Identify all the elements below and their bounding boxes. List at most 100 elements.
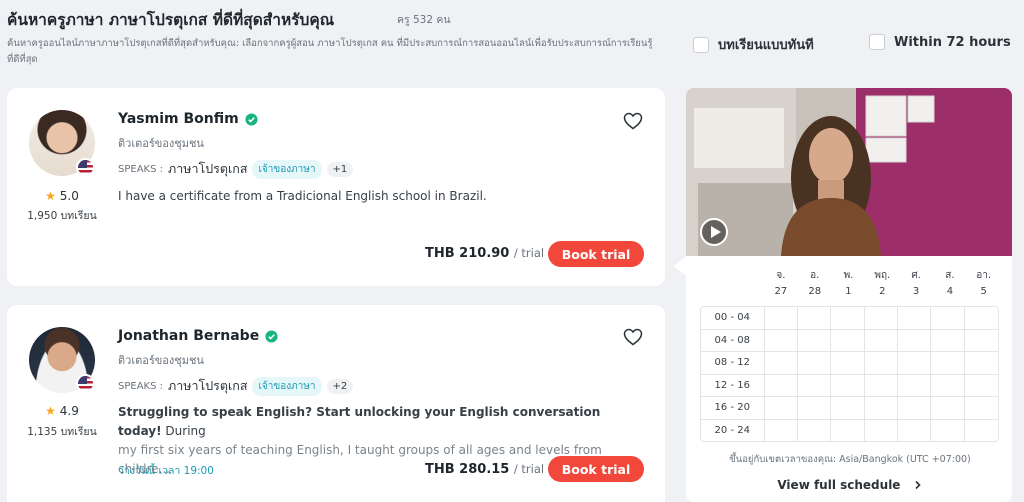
speaks-label: SPEAKS : (118, 163, 163, 175)
rating: ★ 5.0 (7, 189, 117, 203)
language: ภาษาโปรตุเกส (168, 378, 248, 393)
schedule-cell (865, 419, 898, 441)
time-slot-label: 20 - 24 (701, 419, 765, 441)
tutor-name-text[interactable]: Jonathan Bernabe (118, 328, 259, 344)
schedule-cell (865, 374, 898, 396)
schedule-cell (831, 397, 865, 419)
video-thumbnail[interactable] (686, 88, 1012, 256)
schedule-cell (865, 307, 898, 329)
language: ภาษาโปรตุเกส (168, 161, 248, 176)
view-full-schedule-label[interactable]: View full schedule (777, 478, 900, 492)
schedule-cell (831, 329, 865, 351)
tutor-description[interactable]: I have a certificate from a Tradicional … (118, 187, 638, 206)
schedule-day: จ. 27 (764, 268, 798, 300)
schedule-cell (865, 329, 898, 351)
tutor-name[interactable]: Jonathan Bernabe (118, 328, 278, 344)
lesson-count: 1,950 บทเรียน (27, 210, 97, 222)
day-name: จ. (776, 270, 786, 281)
native-chip: เจ้าของภาษา (252, 159, 322, 179)
schedule-day: ส. 4 (933, 268, 967, 300)
tutor-name[interactable]: Yasmim Bonfim (118, 111, 258, 127)
tutor-count: ครู 532 คน (397, 14, 451, 26)
book-trial-button[interactable]: Book trial (548, 456, 644, 482)
price-value: THB 280.15 (425, 462, 510, 477)
description-text: I have a certificate from a Tradicional … (118, 189, 487, 203)
schedule-cell (898, 307, 932, 329)
schedule-cell (831, 307, 865, 329)
view-full-schedule-link[interactable]: View full schedule (700, 478, 1000, 492)
more-languages-chip[interactable]: +2 (326, 378, 354, 394)
instant-lesson-label: บทเรียนแบบทันที (718, 38, 814, 53)
tutor-name-text[interactable]: Yasmim Bonfim (118, 111, 239, 127)
schedule-day: พฤ. 2 (865, 268, 899, 300)
star-icon: ★ (45, 189, 56, 203)
availability: ว่างวันนี้ เวลา 19:00 (118, 465, 214, 477)
schedule-cell (798, 419, 832, 441)
schedule-cell (965, 330, 998, 352)
rating: ★ 4.9 (7, 404, 117, 418)
verified-icon (245, 112, 258, 126)
lesson-count: 1,135 บทเรียน (27, 426, 97, 438)
checkbox-icon[interactable] (869, 34, 885, 50)
price-unit: / trial (513, 246, 545, 260)
within-72-hours-filter[interactable]: Within 72 hours (869, 34, 1011, 50)
schedule-day: อ. 28 (798, 268, 832, 300)
rating-value: 5.0 (59, 189, 79, 203)
day-name: ส. (945, 270, 955, 281)
schedule-cell (765, 374, 798, 396)
day-name: อา. (976, 270, 992, 281)
schedule-cell (931, 419, 965, 441)
page-header: ค้นหาครูภาษา ภาษาโปรตุเกส ที่ดีที่สุดสำห… (0, 0, 1024, 80)
checkbox-icon[interactable] (693, 36, 709, 53)
play-icon[interactable] (700, 218, 728, 246)
schedule-cell (865, 397, 898, 419)
schedule-cell (931, 329, 965, 351)
more-languages-chip[interactable]: +1 (326, 161, 354, 177)
schedule-cell (765, 397, 798, 419)
time-slot-label: 04 - 08 (701, 329, 765, 351)
schedule-row: 00 - 04 (701, 307, 998, 330)
page-subtitle: ค้นหาครูออนไลน์ภาษาภาษาโปรตุเกสที่ดีที่ส… (7, 38, 653, 65)
book-trial-button[interactable]: Book trial (548, 241, 644, 267)
timezone-note: ขึ้นอยู่กับเขตเวลาของคุณ: Asia/Bangkok (… (729, 454, 971, 465)
tutor-card[interactable]: ★ 4.9 1,135 บทเรียน Jonathan Bernabe ติว… (7, 305, 665, 502)
schedule-row: 04 - 08 (701, 329, 998, 352)
trial-price: THB 280.15 / trial (425, 462, 544, 477)
schedule-cell (765, 419, 798, 441)
time-slot-label: 08 - 12 (701, 352, 765, 374)
speaks-row: SPEAKS : ภาษาโปรตุเกส เจ้าของภาษา +1 (118, 159, 354, 179)
schedule-grid: 00 - 04 04 - 08 08 - 12 12 - 16 16 - 20 20 - … (700, 306, 999, 442)
schedule-cell (898, 374, 932, 396)
heart-icon[interactable] (623, 112, 643, 130)
instant-lesson-filter[interactable]: บทเรียนแบบทันที (693, 34, 814, 55)
us-flag-icon (76, 374, 95, 393)
intro-video[interactable] (686, 88, 1012, 256)
price-unit: / trial (513, 462, 545, 476)
description-text: During (161, 424, 206, 438)
within-72-hours-label: Within 72 hours (894, 34, 1011, 50)
speaks-label: SPEAKS : (118, 380, 163, 392)
tutor-preview-panel: จ. 27 อ. 28 พ. 1 พฤ. 2 ศ. 3 ส. 4 อา. 5 00 - 04 04 - 08… (686, 88, 1012, 502)
time-slot-label: 16 - 20 (701, 397, 765, 419)
schedule-day: พ. 1 (832, 268, 866, 300)
schedule-cell (965, 397, 998, 419)
heart-icon[interactable] (623, 328, 643, 346)
day-name: พ. (843, 270, 854, 281)
price-value: THB 210.90 (425, 246, 510, 261)
tutor-tag: ติวเตอร์ของชุมชน (118, 354, 204, 367)
tutor-card[interactable]: ★ 5.0 1,950 บทเรียน Yasmim Bonfim ติวเตอ… (7, 88, 665, 286)
schedule-cell (765, 352, 798, 374)
day-date: 27 (774, 286, 788, 297)
trial-price: THB 210.90 / trial (425, 246, 544, 261)
schedule-cell (898, 419, 932, 441)
day-date: 28 (808, 286, 822, 297)
time-slot-label: 12 - 16 (701, 374, 765, 396)
schedule-cell (898, 352, 932, 374)
day-date: 3 (912, 286, 920, 297)
rating-value: 4.9 (59, 404, 79, 418)
schedule-row: 20 - 24 (701, 419, 998, 441)
schedule-cell (798, 374, 832, 396)
time-slot-label: 00 - 04 (701, 307, 765, 329)
schedule-cell (931, 307, 965, 329)
day-name: อ. (810, 270, 820, 281)
